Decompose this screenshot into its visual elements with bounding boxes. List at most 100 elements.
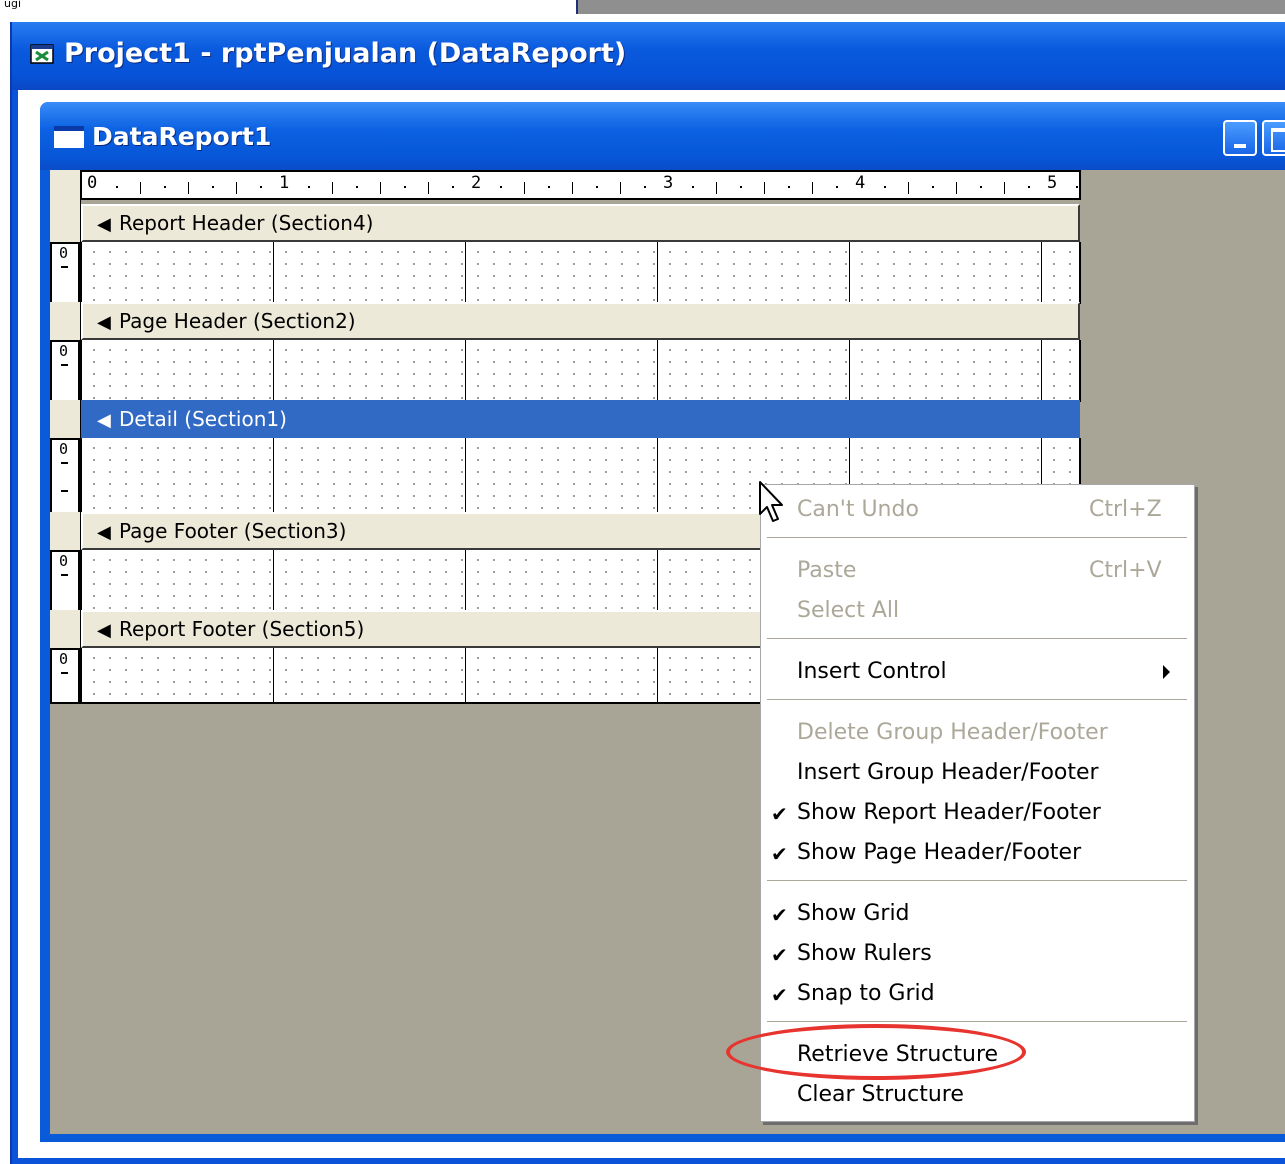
checkmark-icon: ✔	[771, 983, 788, 1007]
ruler-label: 5	[1047, 173, 1058, 193]
vertical-ruler: 0	[50, 550, 80, 612]
section-band-label: Page Footer (Section3)	[119, 519, 347, 543]
ruler-minor-tick	[548, 186, 550, 188]
menu-separator	[767, 1021, 1187, 1023]
ruler-minor-tick	[308, 186, 310, 188]
vertical-ruler: 0	[50, 438, 80, 514]
menu-item-insert-control[interactable]: Insert Control	[761, 651, 1194, 691]
ruler-minor-tick	[1028, 186, 1030, 188]
ruler-label: 4	[855, 173, 866, 193]
menu-item-delete-group[interactable]: Delete Group Header/Footer	[761, 712, 1194, 752]
ruler-major-tick	[812, 182, 813, 194]
section-band-label: Report Footer (Section5)	[119, 617, 365, 641]
project-window-titlebar[interactable]: Project1 - rptPenjualan (DataReport)	[12, 22, 1285, 90]
submenu-arrow-icon	[1163, 665, 1170, 679]
ruler-minor-tick	[500, 186, 502, 188]
vertical-ruler: 0	[50, 340, 80, 402]
ruler-minor-tick	[356, 186, 358, 188]
ruler-label: 1	[279, 173, 290, 193]
section-band-detail[interactable]: ◀ Detail (Section1)	[81, 400, 1080, 438]
ruler-major-tick	[1004, 182, 1005, 194]
section-band-page-header[interactable]: ◀ Page Header (Section2)	[81, 302, 1080, 340]
ruler-major-tick	[524, 182, 525, 194]
vertical-ruler: 0	[50, 648, 80, 704]
datareport-window-title: DataReport1	[92, 122, 272, 151]
minimize-icon	[1234, 144, 1246, 148]
vertical-ruler-head	[50, 610, 81, 648]
menu-item-clear-structure[interactable]: Clear Structure	[761, 1074, 1194, 1114]
ruler-major-tick	[572, 182, 573, 194]
ruler-major-tick	[956, 182, 957, 194]
minimize-button[interactable]	[1223, 120, 1257, 156]
ruler-minor-tick	[260, 186, 262, 188]
maximize-button[interactable]	[1262, 120, 1285, 156]
ruler-major-tick	[380, 182, 381, 194]
menu-item-show-page-header-footer[interactable]: ✔ Show Page Header/Footer	[761, 832, 1194, 872]
ruler-minor-tick	[404, 186, 406, 188]
ruler-major-tick	[428, 182, 429, 194]
ruler-major-tick	[332, 182, 333, 194]
ruler-major-tick	[716, 182, 717, 194]
ruler-minor-tick	[884, 186, 886, 188]
ruler-minor-tick	[212, 186, 214, 188]
checkmark-icon: ✔	[771, 943, 788, 967]
ruler-label: 2	[471, 173, 482, 193]
menu-item-snap-to-grid[interactable]: ✔ Snap to Grid	[761, 973, 1194, 1013]
mouse-pointer-icon	[759, 481, 783, 522]
vertical-ruler-head	[50, 204, 81, 242]
ruler-minor-tick	[596, 186, 598, 188]
section-arrow-icon: ◀	[97, 312, 111, 333]
section-band-label: Detail (Section1)	[119, 407, 287, 431]
horizontal-ruler: 0 1 2 3 4 5	[80, 170, 1081, 200]
section-arrow-icon: ◀	[97, 522, 111, 543]
ruler-minor-tick	[980, 186, 982, 188]
section-arrow-icon: ◀	[97, 410, 111, 431]
menu-separator	[767, 537, 1187, 539]
ruler-major-tick	[188, 182, 189, 194]
section-area-report-header[interactable]	[80, 242, 1081, 304]
menu-separator	[767, 880, 1187, 882]
vertical-ruler-head	[50, 512, 81, 550]
ruler-minor-tick	[116, 186, 118, 188]
section-area-page-header[interactable]	[80, 340, 1081, 402]
menu-item-undo[interactable]: Can't Undo Ctrl+Z	[761, 489, 1194, 529]
section-arrow-icon: ◀	[97, 620, 111, 641]
ruler-minor-tick	[692, 186, 694, 188]
vertical-ruler-head	[50, 400, 81, 438]
ruler-minor-tick	[644, 186, 646, 188]
menu-item-paste[interactable]: Paste Ctrl+V	[761, 550, 1194, 590]
checkmark-icon: ✔	[771, 802, 788, 826]
section-band-label: Page Header (Section2)	[119, 309, 356, 333]
menu-separator	[767, 638, 1187, 640]
menu-item-show-rulers[interactable]: ✔ Show Rulers	[761, 933, 1194, 973]
checkmark-icon: ✔	[771, 903, 788, 927]
ruler-major-tick	[764, 182, 765, 194]
ruler-minor-tick	[836, 186, 838, 188]
section-band-report-header[interactable]: ◀ Report Header (Section4)	[81, 204, 1080, 242]
section-band-label: Report Header (Section4)	[119, 211, 374, 235]
menu-item-show-grid[interactable]: ✔ Show Grid	[761, 893, 1194, 933]
background-corner-text: ugi	[4, 0, 22, 10]
window-icon	[54, 126, 84, 148]
ruler-minor-tick	[164, 186, 166, 188]
menu-item-select-all[interactable]: Select All	[761, 590, 1194, 630]
background-window-strip	[578, 0, 1285, 14]
ruler-minor-tick	[1076, 186, 1078, 188]
highlight-annotation-ring	[726, 1024, 1026, 1080]
ruler-major-tick	[620, 182, 621, 194]
ruler-label: 0	[87, 173, 98, 193]
ruler-major-tick	[140, 182, 141, 194]
ruler-major-tick	[236, 182, 237, 194]
datareport-designer-icon	[30, 44, 54, 64]
ruler-minor-tick	[932, 186, 934, 188]
ruler-label: 3	[663, 173, 674, 193]
datareport-window-titlebar[interactable]: DataReport1	[40, 102, 1285, 170]
menu-item-insert-group[interactable]: Insert Group Header/Footer	[761, 752, 1194, 792]
maximize-icon	[1271, 128, 1285, 152]
project-window-title: Project1 - rptPenjualan (DataReport)	[64, 38, 627, 69]
checkmark-icon: ✔	[771, 842, 788, 866]
ruler-minor-tick	[452, 186, 454, 188]
menu-item-show-report-header-footer[interactable]: ✔ Show Report Header/Footer	[761, 792, 1194, 832]
vertical-ruler-head	[50, 302, 81, 340]
ruler-minor-tick	[788, 186, 790, 188]
